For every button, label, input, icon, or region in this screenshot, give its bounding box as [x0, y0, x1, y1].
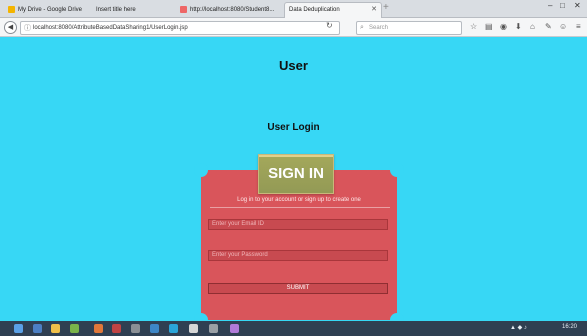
windows-taskbar: ▲ ◆ ♪ 16:20	[0, 321, 587, 336]
app-icon[interactable]	[169, 324, 178, 333]
sync-icon[interactable]: ☺	[559, 22, 567, 31]
taskbar-clock: 16:20	[562, 324, 578, 330]
info-icon[interactable]: ⓘ	[24, 23, 31, 33]
app-icon[interactable]	[112, 324, 121, 333]
close-tab-icon[interactable]: ✕	[371, 3, 377, 17]
minimize-button[interactable]: –	[548, 1, 552, 10]
login-heading: User Login	[267, 122, 320, 133]
email-field[interactable]: Enter your Email ID	[208, 219, 388, 230]
app-icon[interactable]	[131, 324, 140, 333]
maximize-button[interactable]: □	[560, 1, 565, 10]
reading-list-icon[interactable]: ▤	[485, 22, 493, 31]
app-icon[interactable]	[230, 324, 239, 333]
tab-insert-title[interactable]: Insert title here	[92, 3, 174, 17]
tab-data-deduplication[interactable]: Data Deduplication ✕	[284, 2, 382, 18]
card-corner-notch	[390, 163, 404, 177]
divider	[210, 207, 390, 208]
page-title: User	[279, 58, 308, 73]
firefox-icon[interactable]	[94, 324, 103, 333]
home-icon[interactable]: ⌂	[530, 22, 535, 31]
app-icon[interactable]	[209, 324, 218, 333]
close-window-button[interactable]: ✕	[574, 1, 581, 10]
url-bar[interactable]: ⓘ localhost:8080/AttributeBasedDataShari…	[20, 21, 340, 35]
card-corner-notch	[194, 163, 208, 177]
tab-label: Insert title here	[96, 7, 136, 13]
new-tab-button[interactable]: +	[383, 2, 389, 13]
back-button[interactable]: ◀	[4, 21, 17, 34]
app-icon[interactable]	[189, 324, 198, 333]
extension-icon[interactable]: ✎	[545, 22, 552, 31]
google-drive-icon	[8, 5, 15, 13]
tab-google-drive[interactable]: My Drive - Google Drive	[4, 3, 84, 17]
tab-label: Data Deduplication	[289, 7, 340, 13]
page-icon	[180, 5, 187, 13]
tab-label: My Drive - Google Drive	[18, 7, 83, 13]
signin-subtitle: Log in to your account or sign up to cre…	[237, 197, 361, 203]
app-icon[interactable]	[150, 324, 159, 333]
chrome-icon[interactable]	[70, 324, 79, 333]
menu-icon[interactable]: ≡	[576, 22, 581, 31]
pocket-icon[interactable]: ◉	[500, 22, 507, 31]
bookmark-star-icon[interactable]: ☆	[470, 22, 477, 31]
tab-label: http://localhost:8080/Student8...	[190, 7, 275, 13]
url-text[interactable]: localhost:8080/AttributeBasedDataSharing…	[33, 22, 188, 34]
tray-icons[interactable]: ▲ ◆ ♪	[510, 324, 527, 331]
browser-nav-bar: ◀ ⓘ localhost:8080/AttributeBasedDataSha…	[0, 18, 587, 37]
submit-button[interactable]: SUBMIT	[208, 283, 388, 294]
file-explorer-icon[interactable]	[51, 324, 60, 333]
search-input[interactable]: Search	[369, 22, 388, 34]
search-bar[interactable]: ⌕ Search	[356, 21, 462, 35]
signin-title-banner: SIGN IN	[258, 154, 334, 194]
start-icon[interactable]	[14, 324, 23, 333]
browser-tab-bar: My Drive - Google Drive Insert title her…	[0, 0, 587, 18]
reload-icon[interactable]: ↻	[326, 21, 333, 30]
download-icon[interactable]: ⬇	[515, 22, 522, 31]
password-field[interactable]: Enter your Password	[208, 250, 388, 261]
ie-icon[interactable]	[33, 324, 42, 333]
search-icon: ⌕	[360, 24, 364, 31]
tab-localhost-student[interactable]: http://localhost:8080/Student8...	[176, 3, 280, 17]
signin-title: SIGN IN	[268, 165, 324, 182]
